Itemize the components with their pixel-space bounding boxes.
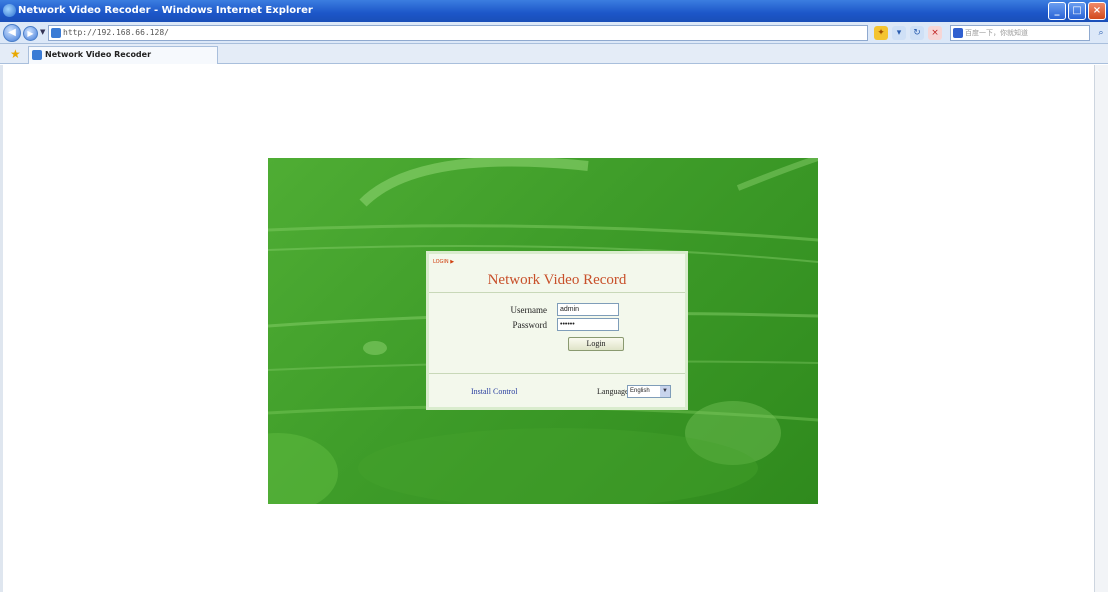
history-dropdown-icon[interactable]: ▼ — [40, 28, 45, 36]
tab-network-video-recoder[interactable]: Network Video Recoder — [28, 46, 218, 64]
maximize-button[interactable]: □ — [1068, 2, 1086, 20]
favorites-star-icon[interactable]: ★ — [10, 47, 21, 61]
password-input[interactable]: •••••• — [557, 318, 619, 331]
password-row: Password •••••• — [429, 318, 685, 332]
address-url: http://192.168.66.128/ — [63, 28, 169, 37]
close-button[interactable]: × — [1088, 2, 1106, 20]
search-provider-icon — [953, 28, 963, 38]
install-control-link[interactable]: Install Control — [471, 387, 517, 396]
page-title: Network Video Record — [487, 272, 627, 288]
stop-icon[interactable]: × — [928, 26, 942, 40]
back-arrow-icon[interactable]: ◀ — [3, 24, 21, 42]
login-tag: LOGIN ▶ — [433, 259, 455, 265]
address-input[interactable]: http://192.168.66.128/ — [48, 25, 868, 41]
language-select[interactable]: English ▼ — [627, 385, 671, 398]
language-label: Language — [597, 387, 629, 396]
window-titlebar: Network Video Recoder - Windows Internet… — [0, 0, 1108, 22]
chevron-down-icon: ▼ — [660, 386, 670, 397]
compatibility-icon[interactable]: ✦ — [874, 26, 888, 40]
page-icon — [51, 28, 61, 38]
search-input[interactable]: 百度一下，你就知道 — [950, 25, 1090, 41]
login-panel: LOGIN ▶ Network Video Record Username ad… — [426, 251, 688, 410]
username-row: Username admin — [429, 303, 685, 317]
password-label: Password — [512, 320, 547, 330]
username-input[interactable]: admin — [557, 303, 619, 316]
window-controls: _ □ × — [1048, 2, 1106, 20]
ie-app-icon — [3, 4, 16, 17]
tab-label: Network Video Recoder — [45, 50, 152, 59]
address-tools: ✦ ▾ ↻ × — [874, 26, 942, 40]
vertical-scrollbar[interactable] — [1094, 65, 1108, 592]
refresh-icon[interactable]: ↻ — [910, 26, 924, 40]
divider — [429, 292, 685, 293]
search-placeholder: 百度一下，你就知道 — [965, 29, 1028, 37]
username-label: Username — [510, 305, 547, 315]
dropdown-icon[interactable]: ▾ — [892, 26, 906, 40]
address-toolbar: ◀ ▶ ▼ http://192.168.66.128/ ✦ ▾ ↻ × 百度一… — [0, 22, 1108, 44]
search-icon[interactable]: ⌕ — [1094, 25, 1108, 41]
forward-arrow-icon[interactable]: ▶ — [23, 26, 38, 41]
language-value: English — [630, 388, 650, 394]
minimize-button[interactable]: _ — [1048, 2, 1066, 20]
window-title: Network Video Recoder - Windows Internet… — [18, 5, 313, 16]
tab-page-icon — [32, 50, 42, 60]
divider — [429, 373, 685, 374]
login-button[interactable]: Login — [568, 337, 624, 351]
tab-bar: ★ Network Video Recoder — [0, 44, 1108, 64]
